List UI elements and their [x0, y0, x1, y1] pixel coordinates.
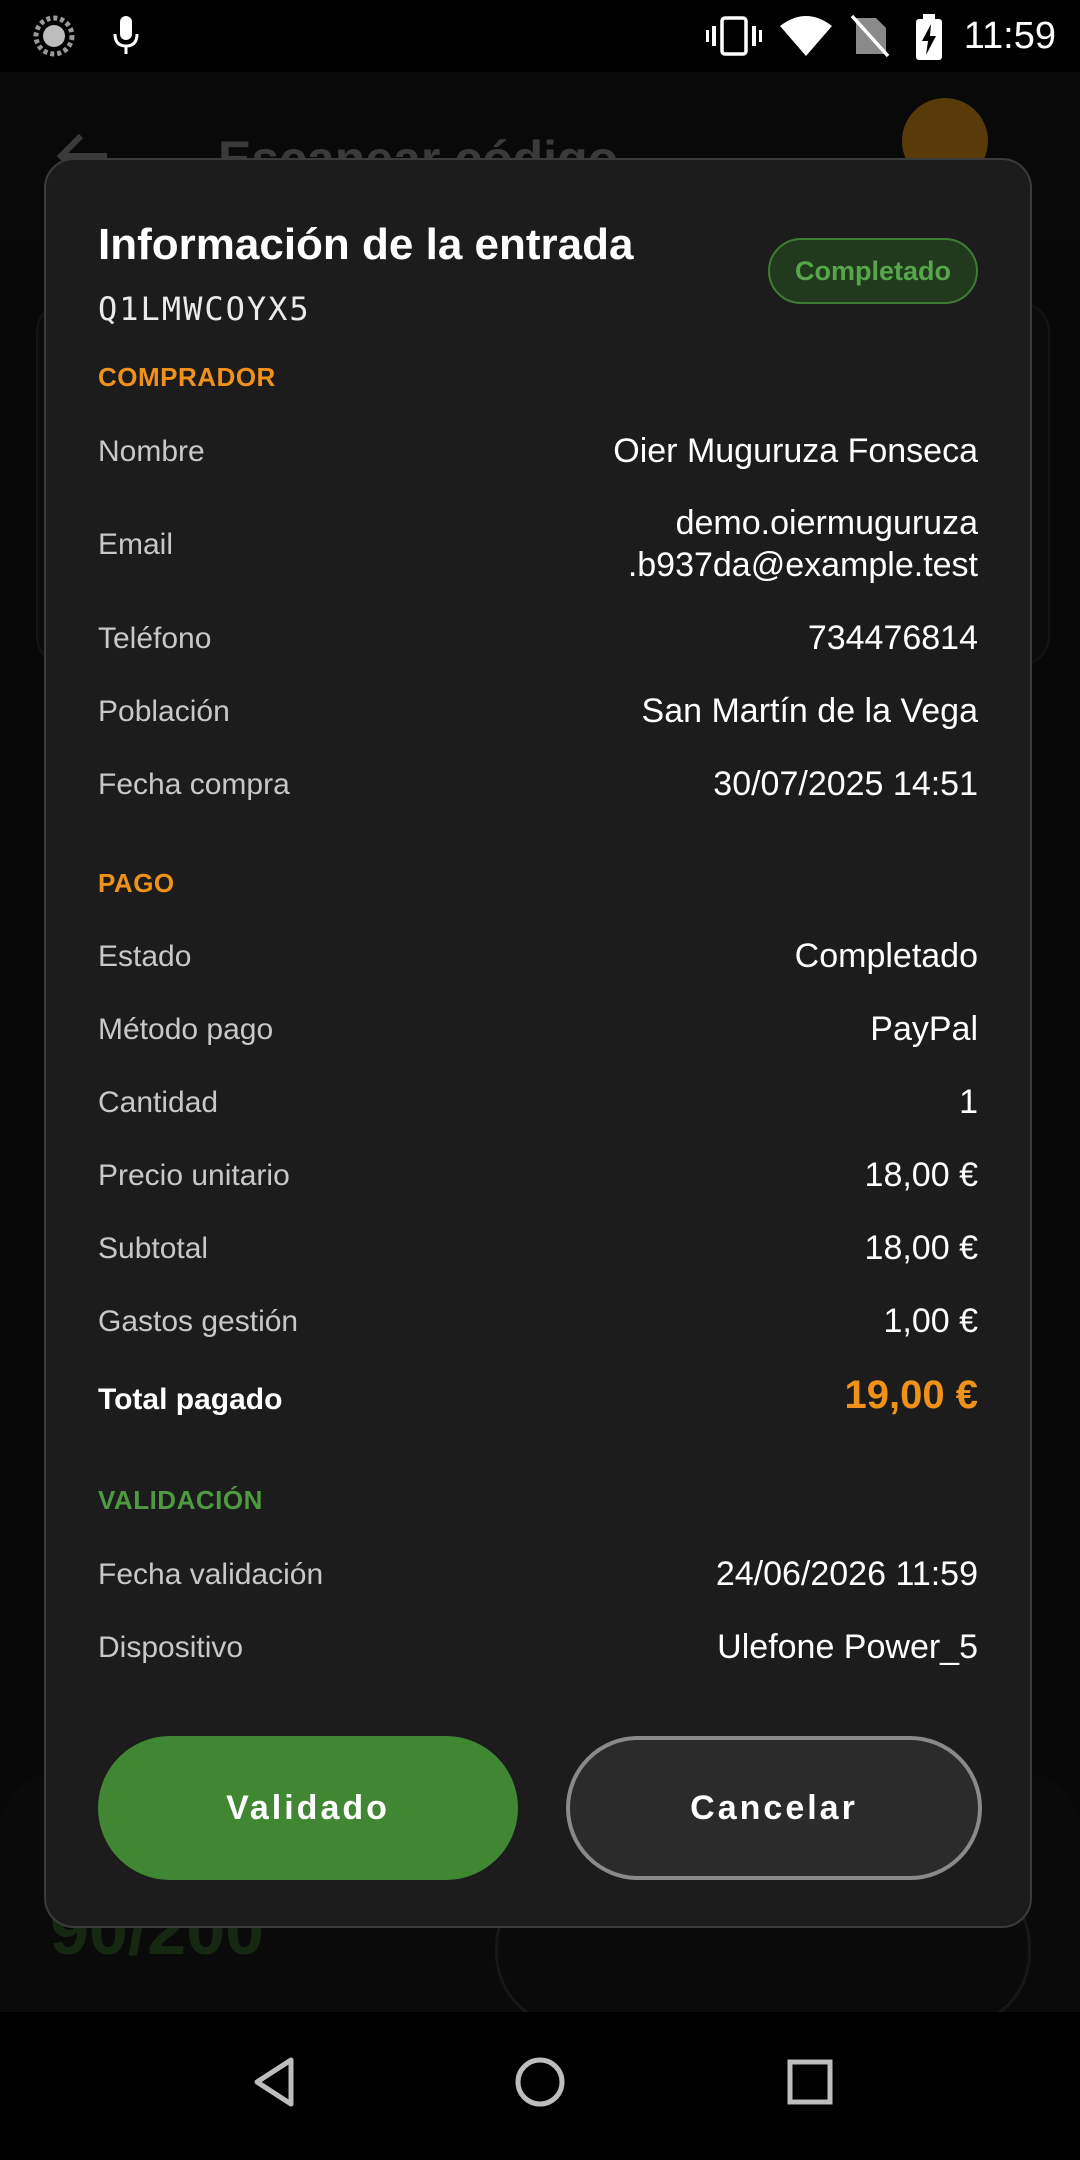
battery-charging-icon: [916, 14, 942, 60]
home-nav-icon[interactable]: [510, 2052, 570, 2112]
vibrate-icon: [706, 16, 762, 56]
section-header-buyer: COMPRADOR: [98, 362, 276, 392]
back-nav-icon[interactable]: [245, 2052, 305, 2112]
value-email: demo.oiermuguruza .b937da@example.test: [627, 504, 978, 584]
label-precio-unitario: Precio unitario: [98, 1159, 290, 1192]
ticket-code: Q1LMWCOYX5: [98, 290, 311, 328]
label-nombre: Nombre: [98, 435, 205, 468]
mic-icon: [113, 16, 139, 54]
label-dispositivo: Dispositivo: [98, 1631, 244, 1664]
validated-button[interactable]: Validado: [98, 1736, 518, 1880]
label-estado: Estado: [98, 940, 192, 973]
dialog-title: Información de la entrada: [98, 220, 634, 269]
value-dispositivo: Ulefone Power_5: [717, 1628, 978, 1666]
value-subtotal: 18,00 €: [864, 1229, 978, 1267]
recents-nav-icon[interactable]: [780, 2052, 840, 2112]
value-precio-unitario: 18,00 €: [864, 1156, 978, 1194]
value-fecha-compra: 30/07/2025 14:51: [713, 765, 978, 803]
status-badge: Completado: [768, 238, 978, 304]
status-bar: 11:59: [0, 0, 1080, 72]
label-total-pagado: Total pagado: [98, 1383, 283, 1416]
ticket-info-dialog: Información de la entrada Q1LMWCOYX5 Com…: [44, 158, 1032, 1928]
value-total-pagado: 19,00 €: [844, 1373, 978, 1417]
value-poblacion: San Martín de la Vega: [641, 692, 978, 730]
value-telefono: 734476814: [807, 619, 978, 657]
label-fecha-compra: Fecha compra: [98, 768, 290, 801]
label-cantidad: Cantidad: [98, 1086, 219, 1119]
value-gastos-gestion: 1,00 €: [883, 1302, 978, 1340]
cancel-button[interactable]: Cancelar: [566, 1736, 982, 1880]
loading-icon: [33, 15, 75, 57]
section-header-validation: VALIDACIÓN: [98, 1485, 263, 1515]
value-fecha-validacion: 24/06/2026 11:59: [715, 1555, 978, 1593]
no-sim-icon: [850, 14, 890, 58]
label-metodo-pago: Método pago: [98, 1013, 274, 1046]
value-cantidad: 1: [959, 1083, 978, 1121]
value-nombre: Oier Muguruza Fonseca: [613, 432, 978, 470]
label-gastos-gestion: Gastos gestión: [98, 1305, 299, 1338]
section-header-payment: PAGO: [98, 868, 175, 898]
value-estado: Completado: [794, 937, 978, 975]
wifi-icon: [780, 16, 832, 56]
navigation-bar: [0, 2012, 1080, 2160]
label-telefono: Teléfono: [98, 622, 212, 655]
status-time: 11:59: [963, 15, 1056, 57]
label-fecha-validacion: Fecha validación: [98, 1558, 324, 1591]
label-poblacion: Población: [98, 695, 230, 728]
label-subtotal: Subtotal: [98, 1232, 209, 1265]
value-metodo-pago: PayPal: [870, 1010, 978, 1048]
label-email: Email: [98, 528, 174, 561]
